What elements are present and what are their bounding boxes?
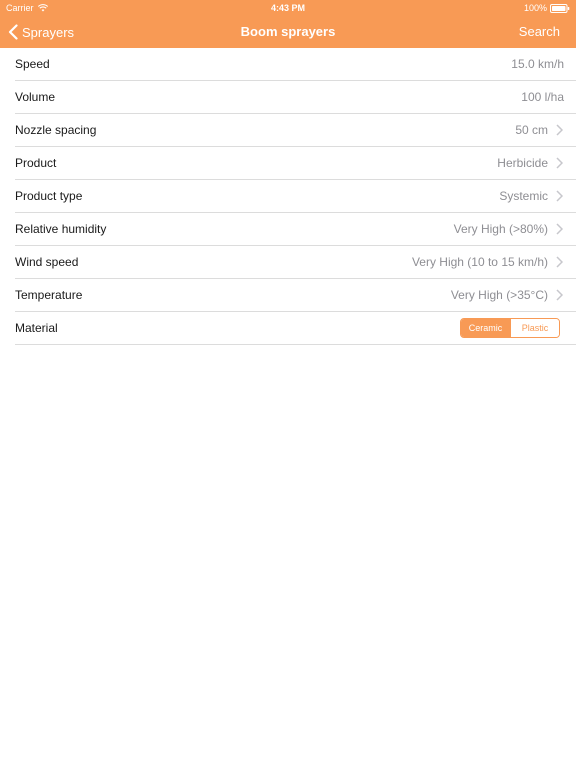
row-product[interactable]: Product Herbicide xyxy=(15,147,576,180)
row-label: Temperature xyxy=(15,288,83,302)
row-label: Volume xyxy=(15,90,56,104)
row-volume[interactable]: Volume 100 l/ha xyxy=(15,81,576,114)
app-screen: Carrier 4:43 PM 100% Sprayers Boom spray… xyxy=(0,0,576,768)
settings-list: Speed 15.0 km/h Volume 100 l/ha Nozzle s… xyxy=(0,48,576,345)
row-value: Very High (10 to 15 km/h) xyxy=(411,255,548,269)
nav-bar: Sprayers Boom sprayers Search xyxy=(0,16,576,48)
row-material: Material Ceramic Plastic xyxy=(15,312,576,345)
row-label: Product xyxy=(15,156,57,170)
row-value: Herbicide xyxy=(497,156,548,170)
row-nozzle-spacing[interactable]: Nozzle spacing 50 cm xyxy=(15,114,576,147)
row-label: Wind speed xyxy=(15,255,79,269)
status-time: 4:43 PM xyxy=(270,3,305,13)
row-product-type[interactable]: Product type Systemic xyxy=(15,180,576,213)
chevron-right-icon xyxy=(556,190,563,202)
battery-icon xyxy=(550,3,570,13)
status-right: 100% xyxy=(524,0,570,16)
segment-ceramic[interactable]: Ceramic xyxy=(461,319,510,337)
segment-plastic[interactable]: Plastic xyxy=(510,319,559,337)
chevron-right-icon xyxy=(556,289,563,301)
row-wind-speed[interactable]: Wind speed Very High (10 to 15 km/h) xyxy=(15,246,576,279)
row-label: Nozzle spacing xyxy=(15,123,97,137)
material-segmented-control: Ceramic Plastic xyxy=(460,318,560,338)
row-value: 50 cm xyxy=(515,123,548,137)
chevron-right-icon xyxy=(556,256,563,268)
status-bar: Carrier 4:43 PM 100% xyxy=(0,0,576,16)
row-label: Product type xyxy=(15,189,83,203)
row-value: 100 l/ha xyxy=(521,90,564,104)
row-speed[interactable]: Speed 15.0 km/h xyxy=(15,48,576,81)
search-button[interactable]: Search xyxy=(519,16,560,48)
header: Carrier 4:43 PM 100% Sprayers Boom spray… xyxy=(0,0,576,48)
row-temperature[interactable]: Temperature Very High (>35°C) xyxy=(15,279,576,312)
row-relative-humidity[interactable]: Relative humidity Very High (>80%) xyxy=(15,213,576,246)
row-value: Very High (>80%) xyxy=(453,222,548,236)
battery-percent: 100% xyxy=(523,3,547,13)
row-label: Relative humidity xyxy=(15,222,107,236)
chevron-right-icon xyxy=(556,157,563,169)
row-label: Speed xyxy=(15,57,50,71)
chevron-right-icon xyxy=(556,223,563,235)
row-label: Material xyxy=(15,321,58,335)
chevron-right-icon xyxy=(556,124,563,136)
page-title: Boom sprayers xyxy=(240,24,336,39)
row-value: Very High (>35°C) xyxy=(450,288,548,302)
row-value: 15.0 km/h xyxy=(511,57,564,71)
row-value: Systemic xyxy=(499,189,548,203)
